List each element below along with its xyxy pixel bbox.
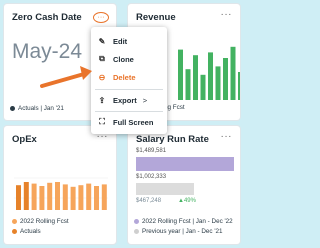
menu-item-delete[interactable]: ⊖ Delete: [91, 69, 167, 85]
revenue-bar: [200, 74, 206, 100]
menu-divider: [95, 111, 163, 112]
opex-bars: [14, 177, 108, 210]
fullscreen-icon: ⛶: [99, 117, 105, 126]
revenue-bar: [223, 58, 228, 100]
legend-label: Previous year | Jan - Dec '21: [142, 228, 223, 235]
menu-item-edit[interactable]: ✎ Edit: [91, 33, 167, 49]
menu-item-label: Export: [113, 95, 137, 105]
opex-bar: [31, 183, 37, 210]
opex-bar: [94, 186, 99, 210]
opex-bar: [101, 184, 107, 210]
legend-dot: [12, 228, 17, 234]
menu-item-label: Edit: [113, 36, 128, 46]
legend-dot: [10, 105, 15, 111]
zero-cash-legend: Actuals | Jan '21: [10, 105, 64, 112]
opex-bar: [23, 182, 29, 210]
pencil-icon: ✎: [98, 36, 106, 46]
revenue-bar: [230, 46, 236, 100]
clone-icon: ⧉: [99, 54, 105, 63]
revenue-bar: [208, 52, 213, 100]
opex-bar: [78, 185, 84, 210]
menu-item-export[interactable]: ⇪ Export >: [91, 92, 167, 108]
salary-change: ▲49%: [178, 198, 196, 204]
salary-legend-previous: Previous year | Jan - Dec '21: [134, 228, 223, 235]
salary-value-low: $467,248: [136, 198, 162, 204]
opex-card: OpEx ··· 2022 Rolling Fcst Actuals: [4, 126, 116, 244]
legend-label: 2022 Rolling Fcst: [20, 218, 69, 225]
export-icon: ⇪: [98, 95, 106, 105]
legend-dot: [134, 218, 139, 224]
menu-item-label: Clone: [113, 54, 134, 64]
revenue-bar: [185, 69, 191, 100]
salary-value-mid: $1,002,333: [136, 174, 167, 180]
opex-bar: [70, 186, 76, 210]
salary-fcst-bar: [136, 157, 234, 171]
card-title: Salary Run Rate: [136, 134, 209, 145]
opex-bar: [39, 186, 45, 210]
salary-run-rate-card: Salary Run Rate ··· $1,489,581 $1,002,33…: [128, 126, 240, 244]
salary-value-high: $1,489,581: [136, 148, 167, 154]
legend-label: Actuals | Jan '21: [18, 105, 64, 112]
card-menu-icon[interactable]: ···: [221, 131, 233, 142]
minus-circle-icon: ⊖: [98, 72, 106, 82]
menu-item-label: Full Screen: [113, 117, 154, 127]
context-menu: ✎ Edit ⧉ Clone ⊖ Delete ⇪ Export > ⛶ Full Scre…: [91, 27, 167, 134]
menu-divider: [95, 89, 163, 90]
menu-item-clone[interactable]: ⧉ Clone: [91, 51, 167, 67]
opex-bar: [55, 182, 60, 210]
opex-bar: [62, 184, 68, 210]
opex-bar: [86, 183, 92, 210]
revenue-bar: [193, 55, 198, 100]
chevron-right-icon: >: [142, 95, 148, 105]
opex-legend-actuals: Actuals: [12, 228, 41, 235]
opex-bar: [47, 182, 53, 210]
salary-legend-fcst: 2022 Rolling Fcst | Jan - Dec '22: [134, 218, 233, 225]
menu-item-fullscreen[interactable]: ⛶ Full Screen: [91, 114, 167, 130]
salary-change-value: 49%: [183, 198, 196, 204]
legend-dot: [134, 228, 139, 234]
revenue-bar: [238, 72, 240, 100]
menu-item-label: Delete: [113, 72, 136, 82]
revenue-bar: [178, 49, 183, 100]
legend-label: Actuals: [20, 228, 41, 235]
zero-cash-menu-button[interactable]: ···: [93, 12, 109, 23]
opex-bar: [16, 185, 21, 210]
opex-legend-fcst: 2022 Rolling Fcst: [12, 218, 69, 225]
revenue-bar: [215, 66, 221, 100]
legend-dot: [12, 218, 17, 224]
zero-cash-value: May-24: [12, 40, 83, 63]
salary-previous-bar: [136, 183, 194, 195]
legend-label: 2022 Rolling Fcst | Jan - Dec '22: [142, 218, 233, 225]
card-title: Zero Cash Date: [12, 12, 82, 23]
